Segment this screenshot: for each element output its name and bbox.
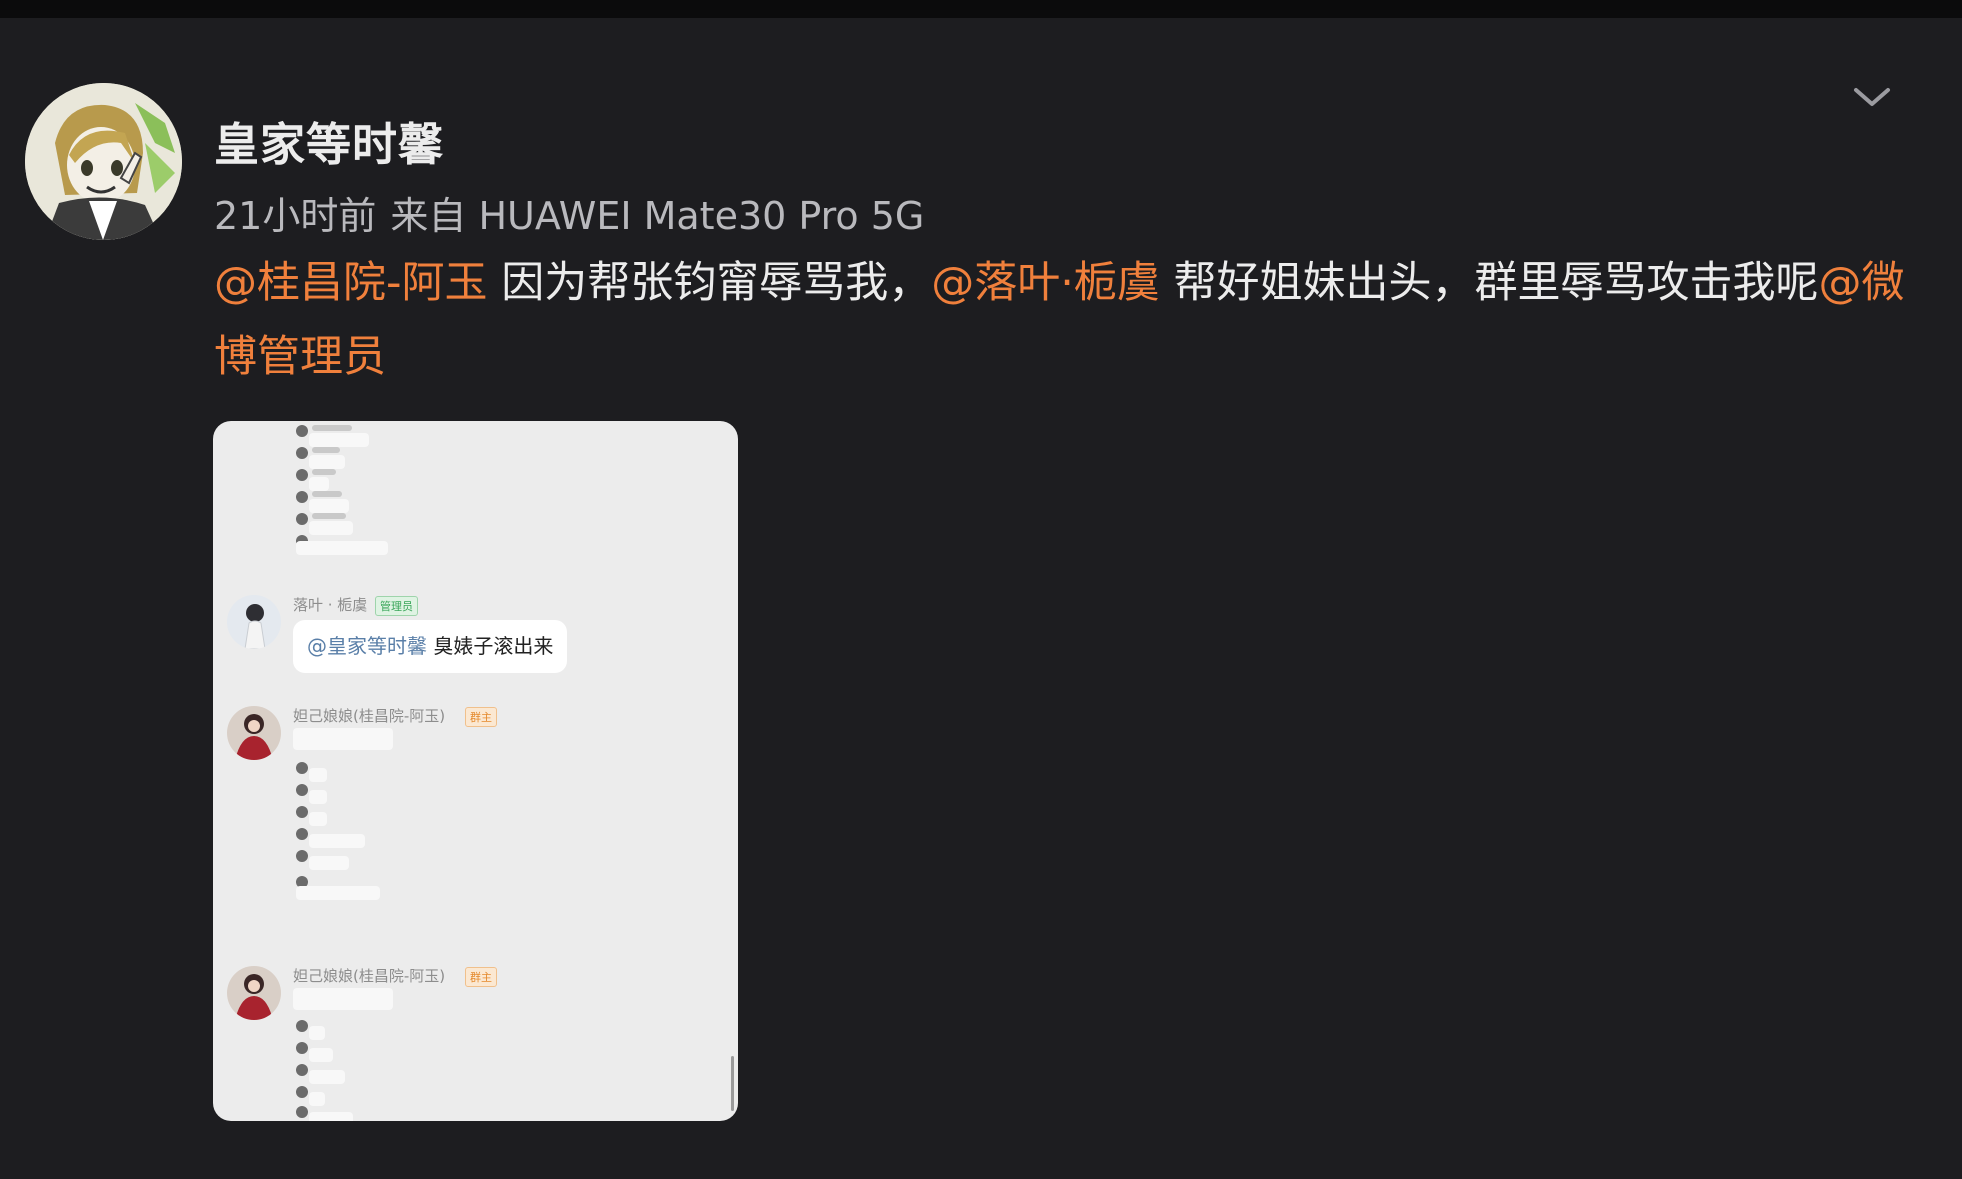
admin-badge: 管理员 <box>375 596 418 616</box>
post-text-part: 因为帮张钧甯辱骂我， <box>487 258 932 308</box>
post-image[interactable]: 落叶 · 栀虞 管理员 @皇家等时馨 臭婊子滚出来 妲己娘娘(桂昌院-阿玉) 群… <box>213 421 738 1121</box>
chevron-down-icon[interactable] <box>1850 78 1894 118</box>
post-source: 来自 HUAWEI Mate30 Pro 5G <box>390 194 925 238</box>
avatar[interactable] <box>25 83 182 240</box>
mention-link[interactable]: @桂昌院-阿玉 <box>214 258 488 308</box>
blurred-message-group <box>213 876 738 916</box>
owner-badge: 群主 <box>465 967 497 987</box>
blurred-message-group <box>213 726 738 876</box>
sender-name: 妲己娘娘(桂昌院-阿玉) <box>293 707 446 725</box>
message-text: 臭婊子滚出来 <box>427 634 554 658</box>
scrollbar <box>731 1056 734 1111</box>
username[interactable]: 皇家等时馨 <box>214 108 444 173</box>
post-text-part: 帮好姐妹出头，群里辱骂攻击我呢 <box>1159 258 1819 308</box>
post-meta: 21小时前 来自 HUAWEI Mate30 Pro 5G <box>214 185 924 240</box>
sender-name: 落叶 · 栀虞 <box>293 596 368 614</box>
mention-link[interactable]: @落叶·栀虞 <box>931 258 1160 308</box>
post-text: @桂昌院-阿玉 因为帮张钧甯辱骂我，@落叶·栀虞 帮好姐妹出头，群里辱骂攻击我呢… <box>214 246 1914 394</box>
owner-badge: 群主 <box>465 707 497 727</box>
mention-link: @皇家等时馨 <box>307 634 427 658</box>
blurred-message-group <box>213 421 738 561</box>
weibo-post: 皇家等时馨 21小时前 来自 HUAWEI Mate30 Pro 5G @桂昌院-… <box>0 0 1962 1179</box>
post-time: 21小时前 <box>214 194 377 238</box>
sender-avatar <box>227 595 281 649</box>
sender-name: 妲己娘娘(桂昌院-阿玉) <box>293 967 446 985</box>
blurred-message-group <box>213 986 738 1121</box>
message-bubble: @皇家等时馨 臭婊子滚出来 <box>293 620 568 673</box>
avatar-image <box>25 83 182 240</box>
